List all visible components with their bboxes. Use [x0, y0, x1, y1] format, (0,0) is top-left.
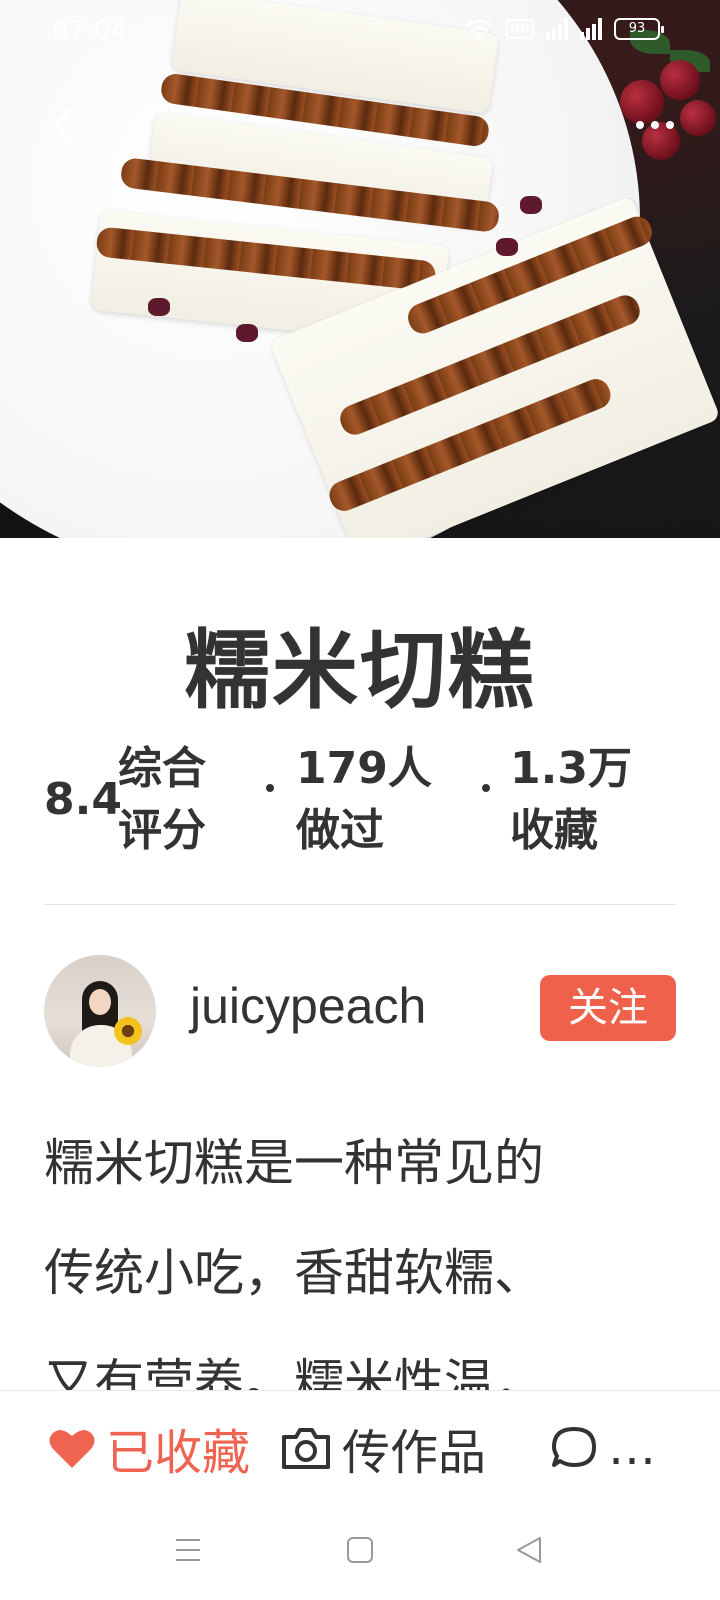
separator-dot	[266, 784, 274, 792]
fav-count: 1.3万 收藏	[510, 738, 632, 862]
battery-level: 93	[628, 21, 646, 36]
more-horizontal-icon	[636, 121, 674, 129]
heart-icon	[49, 1430, 95, 1468]
avatar[interactable]	[44, 955, 156, 1067]
score-value: 8.4	[44, 774, 122, 825]
recipe-stats: 8.4 综合 评分 179人 做过 1.3万 收藏	[44, 738, 684, 858]
status-bar: 07:04 HD 93	[0, 0, 720, 64]
made-count: 179人 做过	[296, 738, 432, 862]
menu-icon[interactable]	[168, 1530, 208, 1570]
comment-icon	[552, 1427, 596, 1467]
fav-value: 1.3万	[510, 743, 632, 794]
recipe-hero-image: 07:04 HD 93	[0, 0, 720, 538]
back-triangle-icon[interactable]	[510, 1530, 550, 1570]
recipe-description: 糯米切糕是一种常见的 传统小吃，香甜软糯、 又有营养。糯米性温，	[44, 1108, 684, 1438]
back-button[interactable]	[40, 100, 90, 150]
follow-button[interactable]: 关注	[540, 975, 676, 1041]
recipe-detail-screen: 07:04 HD 93 糯米切糕 8.4 综合 评分 179人 做过 1.3万 …	[0, 0, 720, 1600]
favorite-label: 已收藏	[106, 1425, 251, 1481]
author-row: juicypeach 关注	[44, 955, 676, 1067]
system-nav-bar	[0, 1500, 720, 1600]
bottom-action-bar: 已收藏 传作品 …	[0, 1390, 720, 1500]
score-label-line2: 评分	[118, 805, 206, 856]
battery-icon: 93	[614, 18, 664, 40]
home-icon[interactable]	[340, 1530, 380, 1570]
recipe-title: 糯米切糕	[184, 621, 536, 721]
description-line: 传统小吃，香甜软糯、	[44, 1244, 544, 1302]
status-time: 07:04	[52, 16, 127, 46]
favorite-button[interactable]: 已收藏	[48, 1421, 250, 1481]
status-icons: HD 93	[464, 18, 664, 40]
upload-work-button[interactable]: 传作品	[280, 1421, 486, 1481]
hd-badge: HD	[505, 19, 534, 39]
signal-icon	[580, 18, 602, 40]
wifi-icon	[465, 19, 493, 39]
made-value: 179人	[296, 743, 432, 794]
signal-icon	[546, 18, 568, 40]
author-name[interactable]: juicypeach	[190, 977, 426, 1035]
chevron-left-icon	[54, 108, 72, 142]
fav-label: 收藏	[510, 805, 598, 856]
divider	[44, 904, 676, 905]
made-label: 做过	[296, 805, 384, 856]
comment-label: …	[608, 1420, 656, 1476]
comment-button[interactable]: …	[550, 1420, 656, 1476]
separator-dot	[482, 784, 490, 792]
score-label: 综合 评分	[118, 738, 206, 862]
description-line: 糯米切糕是一种常见的	[44, 1134, 544, 1192]
score-label-line1: 综合	[118, 743, 206, 794]
upload-label: 传作品	[342, 1425, 487, 1481]
more-button[interactable]	[630, 110, 680, 140]
camera-icon	[282, 1428, 330, 1469]
